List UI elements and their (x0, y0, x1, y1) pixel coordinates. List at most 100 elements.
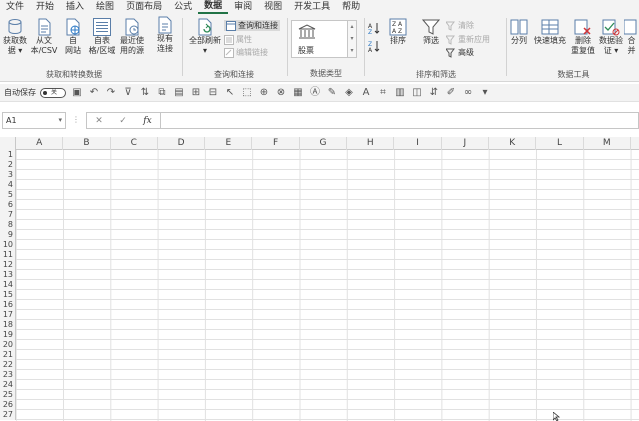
border-icon[interactable]: ▦ (292, 87, 304, 99)
edit-links-button[interactable]: 编辑链接 (224, 47, 268, 58)
menu-item-9[interactable]: 开发工具 (288, 0, 336, 14)
queries-connections-button[interactable]: 查询和连接 (224, 20, 280, 31)
data-type-gallery-scroll[interactable]: ▴ ▾ ▾ (347, 21, 356, 57)
text-to-columns-button[interactable]: 分列 (508, 18, 530, 46)
drag-handle-icon[interactable]: ⋮ (72, 115, 80, 124)
formula-input[interactable] (160, 112, 639, 129)
paint-icon[interactable]: ✎ (326, 87, 338, 99)
select-icon[interactable]: ↖ (224, 87, 236, 99)
row-header[interactable]: 11 (0, 250, 16, 260)
row-header[interactable]: 23 (0, 370, 16, 380)
column-header[interactable]: F (253, 137, 300, 150)
row-header[interactable]: 27 (0, 410, 16, 420)
row-header[interactable]: 22 (0, 360, 16, 370)
insert-icon[interactable]: ⊕ (258, 87, 270, 99)
sort-descending-button[interactable]: ZA (368, 40, 382, 54)
filter-icon[interactable]: ⊽ (122, 87, 134, 99)
column-header[interactable]: L (536, 137, 584, 150)
row-header[interactable]: 15 (0, 290, 16, 300)
crop-icon[interactable]: ⌗ (377, 87, 389, 99)
from-web-button[interactable]: 自 网站 (60, 18, 86, 56)
row-header[interactable]: 20 (0, 340, 16, 350)
column-header[interactable]: H (347, 137, 395, 150)
row-header[interactable]: 5 (0, 190, 16, 200)
column-header[interactable]: G (300, 137, 348, 150)
column-header[interactable]: C (111, 137, 158, 150)
menu-item-8[interactable]: 视图 (258, 0, 288, 14)
from-table-range-button[interactable]: 自表 格/区域 (88, 18, 116, 56)
select-all-corner[interactable] (0, 137, 16, 150)
row-header[interactable]: 12 (0, 260, 16, 270)
undo-icon[interactable]: ↶ (88, 87, 100, 99)
sort-az-icon[interactable]: ⇵ (428, 87, 440, 99)
sort-icon[interactable]: ⇅ (139, 87, 151, 99)
paste-icon[interactable]: ▤ (173, 87, 185, 99)
row-header[interactable]: 16 (0, 300, 16, 310)
cell-area[interactable] (16, 150, 639, 421)
format-painter-icon[interactable]: ✐ (445, 87, 457, 99)
stocks-data-type[interactable]: 股票 ▴ ▾ ▾ (291, 20, 357, 58)
advanced-filter-button[interactable]: 高级 (445, 47, 474, 58)
insert-function-icon[interactable]: fx (143, 116, 151, 126)
row-header[interactable]: 10 (0, 240, 16, 250)
row-header[interactable]: 7 (0, 210, 16, 220)
row-header[interactable]: 21 (0, 350, 16, 360)
text-box-icon[interactable]: Ⓐ (309, 87, 321, 99)
recent-sources-button[interactable]: 最近使 用的源 (117, 18, 147, 56)
column-header[interactable]: J (442, 137, 489, 150)
autosave-toggle[interactable]: 关 (40, 87, 66, 98)
menu-item-3[interactable]: 绘图 (90, 0, 120, 14)
row-header[interactable]: 9 (0, 230, 16, 240)
column-header[interactable]: K (489, 137, 537, 150)
column-header[interactable]: B (63, 137, 111, 150)
column-header[interactable]: D (158, 137, 206, 150)
row-header[interactable]: 24 (0, 380, 16, 390)
chevron-down-icon[interactable]: ▾ (58, 113, 62, 128)
delete-icon[interactable]: ⊗ (275, 87, 287, 99)
row-header[interactable]: 6 (0, 200, 16, 210)
row-header[interactable]: 26 (0, 400, 16, 410)
save-icon[interactable]: ▣ (71, 87, 83, 99)
reapply-button[interactable]: 重新应用 (445, 34, 490, 45)
row-header[interactable]: 17 (0, 310, 16, 320)
refresh-all-button[interactable]: 全部刷新 ▾ (188, 18, 222, 56)
format-icon[interactable]: ⊟ (207, 87, 219, 99)
enter-icon[interactable]: ✓ (119, 116, 127, 126)
sort-button[interactable]: Z AA Z 排序 (386, 18, 410, 46)
get-data-button[interactable]: 获取数 据 ▾ (2, 18, 28, 56)
row-header[interactable]: 25 (0, 390, 16, 400)
font-color-icon[interactable]: A (360, 87, 372, 99)
from-text-csv-button[interactable]: 从文 本/CSV (29, 18, 59, 56)
row-header[interactable]: 19 (0, 330, 16, 340)
sort-ascending-button[interactable]: AZ (368, 22, 382, 36)
redo-icon[interactable]: ↷ (105, 87, 117, 99)
row-header[interactable]: 13 (0, 270, 16, 280)
column-header[interactable]: A (16, 137, 64, 150)
customize-icon[interactable]: ▾ (479, 87, 491, 99)
row-header[interactable]: 18 (0, 320, 16, 330)
copy-icon[interactable]: ⧉ (156, 87, 168, 99)
data-validation-button[interactable]: 数据验 证 ▾ (598, 18, 624, 56)
row-header[interactable]: 14 (0, 280, 16, 290)
shape-icon[interactable]: ⬚ (241, 87, 253, 99)
clear-filter-button[interactable]: 清除 (445, 20, 474, 31)
menu-item-7[interactable]: 审阅 (228, 0, 258, 14)
menu-item-2[interactable]: 插入 (60, 0, 90, 14)
row-header[interactable]: 3 (0, 170, 16, 180)
menu-item-1[interactable]: 开始 (30, 0, 60, 14)
column-header[interactable]: E (205, 137, 253, 150)
menu-item-4[interactable]: 页面布局 (120, 0, 168, 14)
row-header[interactable]: 8 (0, 220, 16, 230)
consolidate-button[interactable]: 合并 (624, 18, 639, 56)
name-box[interactable]: A1 ▾ (2, 112, 66, 129)
filter-button[interactable]: 筛选 (420, 18, 442, 46)
properties-button[interactable]: 属性 (224, 34, 252, 45)
camera-icon[interactable]: ◫ (411, 87, 423, 99)
cancel-icon[interactable]: ✕ (95, 116, 103, 126)
fill-color-icon[interactable]: ◈ (343, 87, 355, 99)
menu-item-6[interactable]: 数据 (198, 0, 229, 14)
row-header[interactable]: 2 (0, 160, 16, 170)
column-header[interactable]: M (584, 137, 631, 150)
flash-fill-button[interactable]: 快速填充 (532, 18, 568, 46)
remove-duplicates-button[interactable]: 删除 重复值 (570, 18, 596, 56)
